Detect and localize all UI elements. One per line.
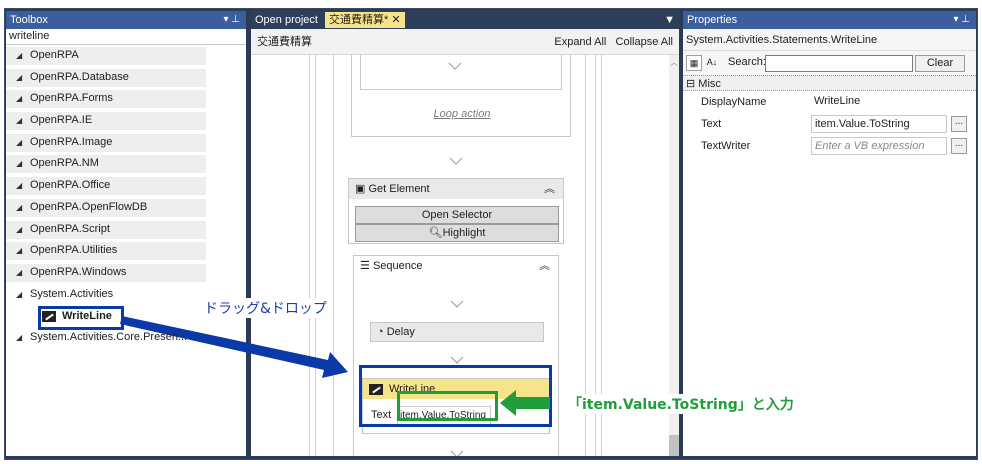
properties-search-input[interactable]	[765, 55, 913, 72]
expand-triangle-icon[interactable]: ◢	[16, 153, 30, 175]
search-label: Search:	[728, 56, 766, 68]
displayname-value[interactable]: WriteLine	[811, 93, 947, 111]
document-tab-bar: Open project 交通費精算* ✕ ▼	[251, 11, 679, 29]
properties-title-bar: Properties ▾ ⊥	[683, 11, 976, 29]
expand-triangle-icon[interactable]: ◢	[16, 219, 30, 241]
selected-type-name: System.Activities.Statements.WriteLine	[683, 29, 976, 51]
arrow-down-icon	[450, 356, 464, 364]
toolbox-category[interactable]: ◢ OpenRPA	[6, 45, 246, 67]
properties-title: Properties	[687, 14, 738, 26]
expand-triangle-icon[interactable]: ◢	[16, 132, 30, 154]
workflow-name: 交通費精算	[257, 36, 312, 48]
get-element-header: ▣ Get Element ︽	[349, 179, 563, 199]
property-row-displayname[interactable]: DisplayName WriteLine	[683, 91, 976, 113]
toolbox-item-highlight	[38, 306, 124, 330]
collapse-chevron-icon[interactable]: ︽	[544, 179, 555, 199]
properties-toolbar: ▦ A↓ Search: Clear	[683, 51, 976, 75]
categorized-icon[interactable]: ▦	[686, 55, 702, 71]
clock-icon: ◔	[377, 326, 384, 338]
collapse-all-link[interactable]: Collapse All	[616, 36, 673, 48]
open-selector-button[interactable]: Open Selector	[355, 206, 559, 224]
delay-activity[interactable]: ◔ Delay	[370, 322, 544, 342]
properties-panel: Properties ▾ ⊥ System.Activities.Stateme…	[683, 11, 976, 456]
expand-triangle-icon[interactable]: ◢	[16, 67, 30, 89]
input-annotation: 「item.Value.ToString」と入力	[566, 394, 796, 414]
loop-action-placeholder[interactable]: Loop action	[352, 108, 572, 120]
scroll-thumb[interactable]	[669, 435, 679, 456]
toolbox-category[interactable]: ◢ OpenRPA.Image	[6, 132, 246, 154]
toolbox-category[interactable]: ◢ OpenRPA.Utilities	[6, 240, 246, 262]
expand-triangle-icon[interactable]: ◢	[16, 284, 30, 306]
toolbox-category[interactable]: ◢ OpenRPA.NM	[6, 153, 246, 175]
property-row-textwriter[interactable]: TextWriter Enter a VB expression ...	[683, 135, 976, 157]
expand-triangle-icon[interactable]: ◢	[16, 262, 30, 284]
drag-arrow-icon	[120, 316, 348, 378]
tab-open-project[interactable]: Open project	[255, 14, 318, 26]
get-element-activity[interactable]: ▣ Get Element ︽ Open Selector 🔍︎Highligh…	[348, 178, 564, 244]
expand-triangle-icon[interactable]: ◢	[16, 45, 30, 67]
toolbox-panel: Toolbox ▾ ⊥ writeline ◢ OpenRPA ◢ OpenRPA.…	[6, 11, 246, 456]
tab-workflow[interactable]: 交通費精算* ✕	[325, 12, 405, 28]
arrow-down-icon	[449, 157, 463, 165]
pin-icon[interactable]: ▾ ⊥	[953, 11, 970, 29]
get-element-icon: ▣	[355, 183, 366, 195]
clear-button[interactable]: Clear	[915, 55, 965, 72]
textwriter-value-input[interactable]: Enter a VB expression	[811, 137, 947, 155]
close-icon[interactable]: ✕	[391, 14, 400, 26]
toolbox-category[interactable]: ◢ OpenRPA.IE	[6, 110, 246, 132]
highlight-button[interactable]: 🔍︎Highlight	[355, 224, 559, 242]
toolbox-search-input[interactable]: writeline	[6, 29, 246, 45]
arrow-down-icon	[448, 62, 462, 70]
expand-triangle-icon[interactable]: ◢	[16, 240, 30, 262]
expand-triangle-icon[interactable]: ◢	[16, 110, 30, 132]
toolbox-title: Toolbox	[10, 14, 48, 26]
collapse-box-icon[interactable]: ⊟	[686, 78, 695, 90]
pin-icon[interactable]: ▾ ⊥	[223, 11, 240, 29]
text-input-highlight	[397, 391, 498, 421]
toolbox-category[interactable]: ◢ OpenRPA.Office	[6, 175, 246, 197]
toolbox-category[interactable]: ◢ OpenRPA.Database	[6, 67, 246, 89]
property-row-text[interactable]: Text item.Value.ToString ...	[683, 113, 976, 135]
expand-triangle-icon[interactable]: ◢	[16, 327, 30, 349]
toolbox-category[interactable]: ◢ OpenRPA.Forms	[6, 88, 246, 110]
arrow-down-icon	[450, 450, 464, 456]
magnifier-icon: 🔍︎	[428, 227, 443, 239]
collapse-chevron-icon[interactable]: ︽	[539, 256, 550, 276]
expand-triangle-icon[interactable]: ◢	[16, 175, 30, 197]
arrow-down-icon	[450, 300, 464, 308]
toolbox-category[interactable]: ◢ OpenRPA.Windows	[6, 262, 246, 284]
green-arrow-icon	[500, 390, 550, 416]
toolbox-category[interactable]: ◢ OpenRPA.Script	[6, 219, 246, 241]
toolbox-category[interactable]: ◢ OpenRPA.OpenFlowDB	[6, 197, 246, 219]
scroll-up-icon[interactable]: ︿	[670, 57, 678, 68]
text-value-input[interactable]: item.Value.ToString	[811, 115, 947, 133]
sequence-header: ☰ Sequence ︽	[354, 256, 558, 276]
sequence-icon: ☰	[360, 260, 370, 272]
ellipsis-button[interactable]: ...	[951, 138, 967, 154]
tab-dropdown-icon[interactable]: ▼	[664, 11, 675, 29]
expand-triangle-icon[interactable]: ◢	[16, 197, 30, 219]
misc-category[interactable]: ⊟ Misc	[683, 75, 976, 91]
sort-alpha-icon[interactable]: A↓	[704, 55, 720, 71]
designer-header: 交通費精算 Expand All Collapse All	[251, 29, 679, 55]
toolbox-title-bar: Toolbox ▾ ⊥	[6, 11, 246, 29]
loop-container[interactable]: Loop action	[351, 55, 571, 137]
expand-triangle-icon[interactable]: ◢	[16, 88, 30, 110]
ellipsis-button[interactable]: ...	[951, 116, 967, 132]
expand-all-link[interactable]: Expand All	[554, 36, 606, 48]
